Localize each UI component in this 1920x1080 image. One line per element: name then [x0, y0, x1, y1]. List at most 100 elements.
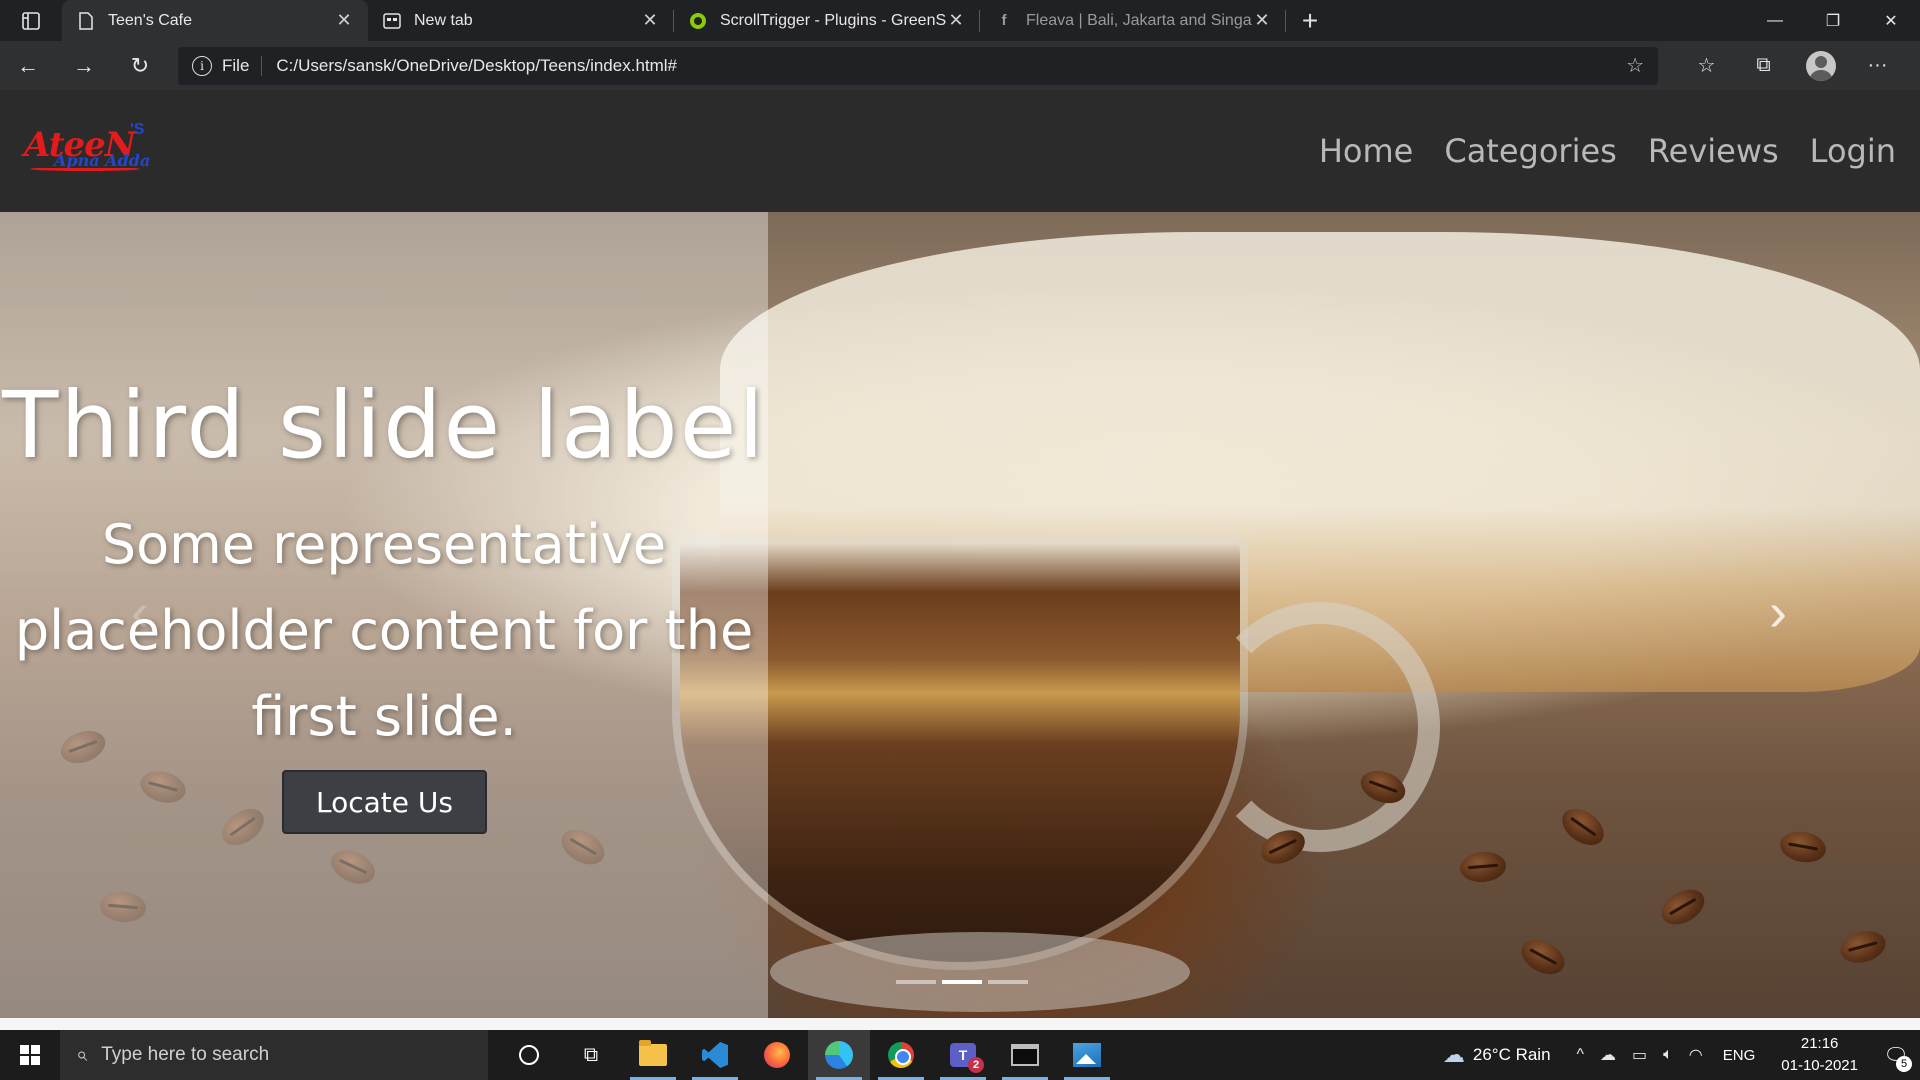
hero-background-cup-handle [1200, 602, 1440, 852]
close-icon: ✕ [1884, 12, 1898, 30]
chevron-right-icon: › [1769, 582, 1787, 642]
address-bar[interactable]: i File C:/Users/sansk/OneDrive/Desktop/T… [178, 46, 1658, 85]
search-placeholder: Type here to search [101, 1044, 270, 1065]
page-bottom-strip [0, 1018, 1920, 1030]
photos-button[interactable] [1056, 1030, 1118, 1080]
more-icon: ··· [1867, 54, 1888, 76]
onedrive-icon[interactable]: ☁ [1600, 1045, 1616, 1065]
restore-button[interactable]: ❐ [1804, 0, 1862, 41]
chrome-icon [888, 1042, 914, 1068]
collections-button[interactable]: ⧉ [1735, 46, 1792, 86]
carousel-indicator-1[interactable] [896, 980, 936, 984]
wifi-icon[interactable]: ◠ [1689, 1045, 1703, 1065]
site-info-label: File [222, 55, 250, 75]
teams-button[interactable]: T2 [932, 1030, 994, 1080]
rain-cloud-icon: ☁ [1442, 1042, 1465, 1067]
tab-title: ScrollTrigger - Plugins - GreenSock [720, 11, 946, 29]
start-button[interactable] [0, 1030, 60, 1080]
tab-actions-button[interactable] [0, 0, 62, 41]
greensock-icon [688, 11, 708, 31]
favorites-icon: ☆ [1697, 55, 1716, 77]
vscode-button[interactable] [684, 1030, 746, 1080]
weather-text: 26°C Rain [1472, 1045, 1551, 1064]
language-indicator[interactable]: ENG [1723, 1047, 1756, 1064]
back-button[interactable]: ← [0, 46, 56, 86]
terminal-icon [1011, 1044, 1039, 1066]
forward-button[interactable]: → [56, 46, 112, 86]
plus-icon: + [1301, 4, 1319, 36]
carousel-prev-button[interactable]: ‹ [120, 582, 160, 642]
page-icon [76, 11, 96, 31]
coffee-bean [1555, 801, 1611, 853]
tab-fleava[interactable]: f Fleava | Bali, Jakarta and Singapore ✕ [980, 0, 1286, 41]
close-tab-icon[interactable]: ✕ [334, 10, 354, 31]
chevron-left-icon: ‹ [131, 582, 149, 642]
nav-link-categories[interactable]: Categories [1444, 132, 1616, 170]
close-tab-icon[interactable]: ✕ [946, 10, 966, 31]
task-view-icon: ⧉ [583, 1043, 599, 1066]
site-nav-links: Home Categories Reviews Login [1319, 132, 1896, 170]
facebook-icon: f [1001, 12, 1007, 29]
search-icon: ⌕ [76, 1043, 88, 1066]
new-tab-button[interactable]: + [1286, 0, 1334, 41]
tab-teens-cafe[interactable]: Teen's Cafe ✕ [62, 0, 368, 41]
locate-us-button[interactable]: Locate Us [282, 770, 487, 834]
collections-icon: ⧉ [1756, 54, 1771, 76]
battery-icon[interactable]: ▭ [1632, 1045, 1647, 1065]
taskbar-clock[interactable]: 21:16 01-10-2021 [1781, 1033, 1858, 1077]
edge-button[interactable] [808, 1030, 870, 1080]
arrow-right-icon: → [73, 52, 95, 78]
settings-more-button[interactable]: ··· [1849, 46, 1906, 86]
tab-scrolltrigger[interactable]: ScrollTrigger - Plugins - GreenSock ✕ [674, 0, 980, 41]
nav-link-reviews[interactable]: Reviews [1648, 132, 1779, 170]
url-text[interactable]: C:/Users/sansk/OneDrive/Desktop/Teens/in… [276, 56, 1626, 76]
firefox-icon [764, 1042, 790, 1068]
clock-date: 01-10-2021 [1781, 1057, 1858, 1074]
site-info-button[interactable]: i File [192, 55, 263, 76]
notification-count: 5 [1896, 1056, 1912, 1072]
chrome-button[interactable] [870, 1030, 932, 1080]
notification-center-button[interactable]: 🗨︎ 5 [1872, 1030, 1920, 1080]
teams-badge: 2 [968, 1057, 984, 1073]
windows-logo-icon [20, 1045, 40, 1065]
coffee-bean [1515, 932, 1571, 982]
profile-button[interactable] [1792, 46, 1849, 86]
carousel-indicator-2[interactable] [942, 980, 982, 984]
tab-title: Fleava | Bali, Jakarta and Singapore [1026, 11, 1252, 29]
close-window-button[interactable]: ✕ [1862, 0, 1920, 41]
tab-separator [1285, 10, 1286, 32]
tab-title: New tab [414, 11, 473, 29]
cortana-button[interactable] [498, 1030, 560, 1080]
info-icon: i [192, 55, 212, 76]
nav-link-home[interactable]: Home [1319, 132, 1414, 170]
show-hidden-icons-button[interactable]: ^ [1577, 1046, 1585, 1064]
file-explorer-icon [639, 1040, 667, 1066]
site-navbar: AteeN 'S Apna Adda Home Categories Revie… [0, 90, 1920, 212]
refresh-button[interactable]: ↻ [112, 46, 168, 86]
weather-widget[interactable]: ☁ 26°C Rain [1443, 1042, 1551, 1068]
firefox-button[interactable] [746, 1030, 808, 1080]
volume-icon[interactable]: 🔈︎ [1663, 1046, 1673, 1064]
minimize-button[interactable]: — [1746, 0, 1804, 41]
coffee-bean [1777, 828, 1829, 866]
minimize-icon: — [1767, 11, 1783, 29]
teams-icon: T2 [950, 1043, 984, 1073]
taskbar-search-box[interactable]: ⌕ Type here to search [60, 1030, 488, 1080]
close-tab-icon[interactable]: ✕ [640, 10, 660, 31]
close-tab-icon[interactable]: ✕ [1252, 10, 1272, 31]
tab-actions-icon [22, 11, 40, 30]
site-logo[interactable]: AteeN 'S Apna Adda [24, 121, 154, 181]
file-explorer-button[interactable] [622, 1030, 684, 1080]
task-view-button[interactable]: ⧉ [560, 1030, 622, 1080]
tab-new-tab[interactable]: New tab ✕ [368, 0, 674, 41]
carousel-caption: Third slide label Some representative pl… [0, 212, 768, 1018]
hero-carousel: Third slide label Some representative pl… [0, 212, 1920, 1018]
logo-swoosh [30, 167, 140, 171]
terminal-button[interactable] [994, 1030, 1056, 1080]
add-favorite-icon[interactable]: ☆ [1626, 53, 1644, 78]
favorites-button[interactable]: ☆ [1678, 46, 1735, 86]
carousel-next-button[interactable]: › [1758, 582, 1798, 642]
carousel-indicator-3[interactable] [988, 980, 1028, 984]
restore-icon: ❐ [1825, 12, 1841, 30]
nav-link-login[interactable]: Login [1810, 132, 1896, 170]
